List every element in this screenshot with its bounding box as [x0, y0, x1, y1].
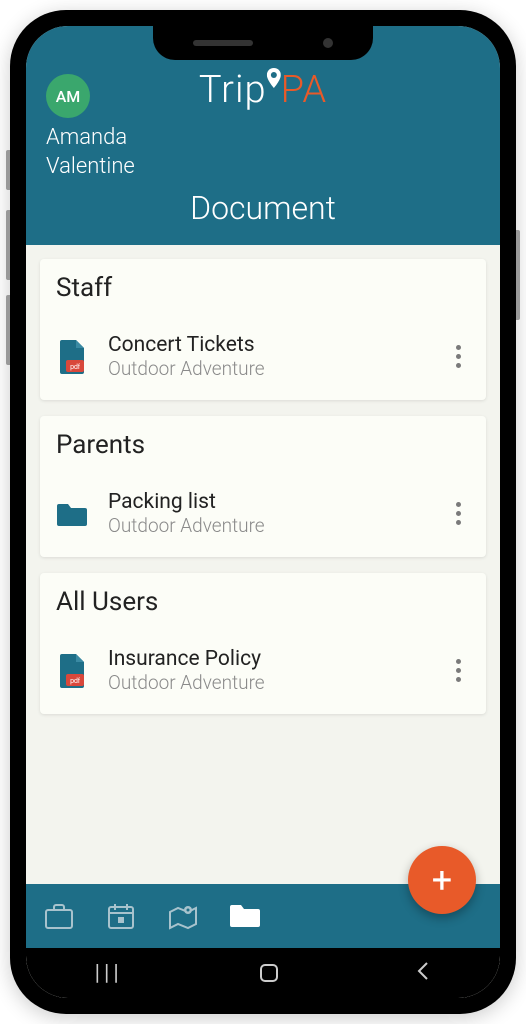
folder-icon [56, 502, 88, 526]
section-staff: Staff pdf Concert Tickets Outdoor Advent… [40, 259, 486, 400]
document-row[interactable]: pdf Concert Tickets Outdoor Adventure [56, 321, 470, 400]
volume-button [6, 295, 10, 365]
section-parents: Parents Packing list Outdoor Adventure [40, 416, 486, 557]
document-title: Insurance Policy [108, 647, 426, 671]
speaker [193, 40, 253, 46]
pdf-file-icon: pdf [56, 654, 88, 688]
bottom-nav: + [26, 884, 500, 948]
document-subtitle: Outdoor Adventure [108, 357, 426, 380]
briefcase-icon[interactable] [42, 899, 76, 933]
app-logo: Trip PA [199, 68, 327, 112]
logo-text-pa: PA [281, 68, 328, 112]
itinerary-map-icon[interactable] [166, 899, 200, 933]
document-subtitle: Outdoor Adventure [108, 514, 426, 537]
content-area: Staff pdf Concert Tickets Outdoor Advent… [26, 245, 500, 884]
pdf-file-icon: pdf [56, 340, 88, 374]
recent-apps-button[interactable]: ||| [95, 961, 123, 986]
documents-folder-icon[interactable] [228, 899, 262, 933]
home-button[interactable] [260, 964, 278, 982]
volume-button [6, 210, 10, 280]
calendar-icon[interactable] [104, 899, 138, 933]
document-text: Concert Tickets Outdoor Adventure [108, 333, 426, 380]
username-first: Amanda [46, 125, 127, 150]
avatar[interactable]: AM [46, 74, 90, 118]
phone-frame: Trip PA AM Amanda Valentine Document [10, 10, 516, 1014]
page-title: Document [46, 189, 480, 227]
system-nav-bar: ||| [26, 948, 500, 998]
section-title: Staff [56, 273, 470, 303]
screen: Trip PA AM Amanda Valentine Document [26, 26, 500, 998]
svg-text:pdf: pdf [70, 364, 80, 371]
document-text: Insurance Policy Outdoor Adventure [108, 647, 426, 694]
username-last: Valentine [46, 154, 135, 179]
document-title: Concert Tickets [108, 333, 426, 357]
map-pin-icon [267, 66, 281, 110]
more-options-icon[interactable] [446, 659, 470, 682]
document-text: Packing list Outdoor Adventure [108, 490, 426, 537]
username: Amanda Valentine [46, 124, 480, 181]
document-row[interactable]: Packing list Outdoor Adventure [56, 478, 470, 557]
document-title: Packing list [108, 490, 426, 514]
plus-icon: + [432, 859, 452, 901]
more-options-icon[interactable] [446, 345, 470, 368]
section-title: All Users [56, 587, 470, 617]
document-row[interactable]: pdf Insurance Policy Outdoor Adventure [56, 635, 470, 714]
logo-text-trip: Trip [199, 68, 267, 112]
svg-text:pdf: pdf [70, 678, 80, 685]
volume-button [6, 150, 10, 190]
notch [153, 26, 373, 60]
section-title: Parents [56, 430, 470, 460]
power-button [516, 230, 520, 320]
section-all-users: All Users pdf Insurance Policy Outdoor A… [40, 573, 486, 714]
document-subtitle: Outdoor Adventure [108, 671, 426, 694]
add-button[interactable]: + [408, 846, 476, 914]
back-button[interactable] [415, 961, 431, 985]
camera [323, 38, 333, 48]
more-options-icon[interactable] [446, 502, 470, 525]
